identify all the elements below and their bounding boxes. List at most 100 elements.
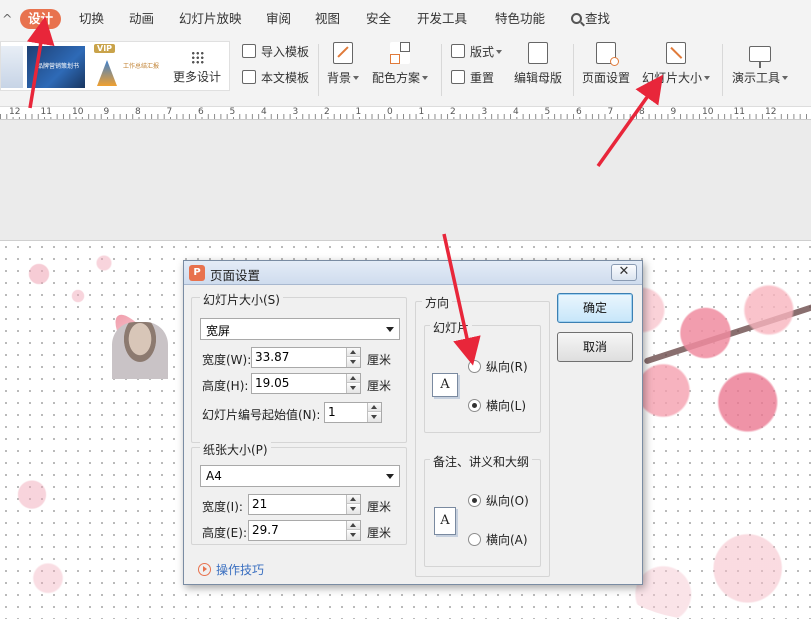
width-input[interactable] xyxy=(255,350,342,364)
play-circle-icon xyxy=(198,563,211,576)
dialog-title: 页面设置 xyxy=(210,268,261,283)
canvas-background xyxy=(0,120,811,240)
ruler-label: 7 xyxy=(606,107,615,117)
paper-height-input[interactable] xyxy=(252,523,341,537)
paper-height-up-arrow-icon[interactable] xyxy=(347,521,360,530)
close-button[interactable]: ✕ xyxy=(611,264,637,281)
background-button[interactable]: 背景 xyxy=(327,42,360,86)
color-scheme-button[interactable]: 配色方案 xyxy=(372,42,429,86)
slide-size-button[interactable]: 幻灯片大小 xyxy=(642,42,711,86)
menu-design[interactable]: 设计 xyxy=(20,9,62,29)
ruler-label: 1 xyxy=(417,107,426,117)
menu-security[interactable]: 安全 xyxy=(366,9,391,29)
menu-search-label: 查找 xyxy=(585,11,611,26)
more-design-label: 更多设计 xyxy=(172,70,221,84)
blossom-decoration xyxy=(0,411,80,619)
import-template-button[interactable]: 导入模板 xyxy=(242,42,309,62)
slide-size-select[interactable]: 宽屏 xyxy=(200,318,400,340)
projector-screen-icon xyxy=(749,46,771,68)
start-number-up-arrow-icon[interactable] xyxy=(368,403,381,412)
slide-size-icon xyxy=(666,42,686,64)
ruler-label: 7 xyxy=(165,107,174,117)
tips-link[interactable]: 操作技巧 xyxy=(198,561,264,578)
ruler-label: 9 xyxy=(102,107,111,117)
width-down-arrow-icon[interactable] xyxy=(347,358,360,367)
ruler-label: 3 xyxy=(291,107,300,117)
ruler-label: 2 xyxy=(323,107,331,117)
ruler-label: 10 xyxy=(71,107,85,117)
ok-button[interactable]: 确定 xyxy=(557,293,633,323)
paper-size-select-value: A4 xyxy=(206,469,222,483)
ruler-label: 8 xyxy=(134,107,142,117)
ruler-label: 4 xyxy=(260,107,268,117)
paper-size-group-title: 纸张大小(P) xyxy=(200,441,271,458)
ruler-label: 10 xyxy=(701,107,715,117)
menu-review[interactable]: 审阅 xyxy=(266,9,291,29)
paper-width-input[interactable] xyxy=(252,497,341,511)
ribbon-divider xyxy=(573,44,574,96)
collapse-chevron-icon[interactable]: ^ xyxy=(2,9,12,29)
chevron-down-icon xyxy=(704,76,711,80)
height-input[interactable] xyxy=(255,376,342,390)
height-stepper[interactable] xyxy=(251,373,361,394)
presentation-tools-label: 演示工具 xyxy=(732,71,781,85)
layout-button[interactable]: 版式 xyxy=(451,42,503,62)
reset-button[interactable]: 重置 xyxy=(451,68,494,88)
slide-portrait-radio[interactable]: 纵向(R) xyxy=(468,358,528,375)
height-up-arrow-icon[interactable] xyxy=(347,374,360,383)
design-thumb-caption: 品牌营销策划书 xyxy=(37,63,80,70)
blossom-decoration xyxy=(0,241,130,351)
paper-size-select[interactable]: A4 xyxy=(200,465,400,487)
design-thumb-3[interactable] xyxy=(93,46,121,88)
dialog-titlebar[interactable]: P 页面设置 ✕ xyxy=(184,261,642,285)
width-stepper[interactable] xyxy=(251,347,361,368)
menu-transition[interactable]: 切换 xyxy=(79,9,104,29)
height-down-arrow-icon[interactable] xyxy=(347,384,360,393)
more-design-button[interactable]: 更多设计 xyxy=(165,48,229,85)
paper-height-label: 高度(E): xyxy=(202,526,247,540)
ruler-label: 3 xyxy=(480,107,489,117)
notes-landscape-label: 横向(A) xyxy=(486,533,528,547)
ruler-label: 11 xyxy=(732,107,746,117)
design-thumb-2[interactable]: 品牌营销策划书 xyxy=(27,46,85,88)
edit-master-button[interactable]: 编辑母版 xyxy=(514,42,562,86)
chevron-down-icon xyxy=(496,50,503,54)
paper-height-down-arrow-icon[interactable] xyxy=(347,531,360,540)
design-thumb-1[interactable] xyxy=(1,46,23,88)
menu-developer[interactable]: 开发工具 xyxy=(417,9,467,29)
width-up-arrow-icon[interactable] xyxy=(347,348,360,357)
color-scheme-label: 配色方案 xyxy=(372,71,421,85)
menu-search[interactable]: 查找 xyxy=(571,9,610,29)
character-figure xyxy=(112,322,168,379)
paper-height-stepper[interactable] xyxy=(248,520,361,541)
start-number-down-arrow-icon[interactable] xyxy=(368,413,381,422)
slide-size-group-title: 幻灯片大小(S) xyxy=(200,291,283,308)
layout-label: 版式 xyxy=(470,45,495,59)
menu-features[interactable]: 特色功能 xyxy=(495,9,545,29)
ruler-label: 6 xyxy=(575,107,583,117)
grid-icon xyxy=(190,51,204,64)
ruler-label: 1 xyxy=(354,107,363,117)
menu-bar: ^ 设计 切换 动画 幻灯片放映 审阅 视图 安全 开发工具 特色功能 查找 xyxy=(0,0,811,38)
notes-portrait-radio[interactable]: 纵向(O) xyxy=(468,492,529,509)
menu-slideshow[interactable]: 幻灯片放映 xyxy=(179,9,242,29)
horizontal-ruler[interactable]: 12 11 10 9 8 7 6 5 4 3 2 1 0 1 2 3 4 5 6 7 8 9 10 11 12 xyxy=(0,106,811,120)
menu-animation[interactable]: 动画 xyxy=(129,9,154,29)
presentation-tools-button[interactable]: 演示工具 xyxy=(732,42,789,86)
ruler-ticks xyxy=(0,114,811,119)
layout-icon xyxy=(451,44,465,58)
paper-width-stepper[interactable] xyxy=(248,494,361,515)
paper-width-down-arrow-icon[interactable] xyxy=(347,505,360,514)
paper-width-up-arrow-icon[interactable] xyxy=(347,495,360,504)
slide-landscape-radio[interactable]: 横向(L) xyxy=(468,397,526,414)
start-number-stepper[interactable] xyxy=(324,402,382,423)
page-setup-button[interactable]: 页面设置 xyxy=(582,42,630,86)
notes-landscape-radio[interactable]: 横向(A) xyxy=(468,531,528,548)
text-template-button[interactable]: 本文模板 xyxy=(242,68,309,88)
ruler-label: 4 xyxy=(512,107,520,117)
menu-view[interactable]: 视图 xyxy=(315,9,340,29)
height-unit: 厘米 xyxy=(367,379,392,393)
design-thumb-4[interactable]: 工作总结汇报 xyxy=(121,46,161,88)
notes-portrait-label: 纵向(O) xyxy=(486,494,529,508)
cancel-button[interactable]: 取消 xyxy=(557,332,633,362)
